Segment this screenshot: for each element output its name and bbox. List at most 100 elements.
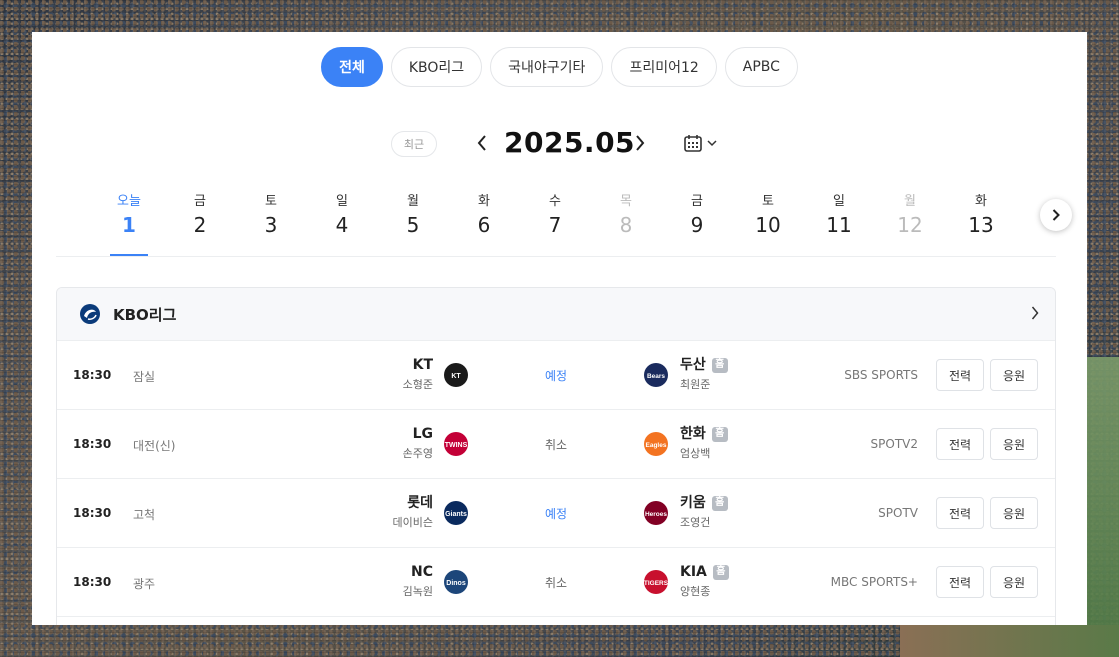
svg-text:KT: KT bbox=[451, 373, 461, 380]
home-team-logo-icon: Heroes bbox=[644, 501, 668, 525]
game-time: 18:30 bbox=[73, 506, 112, 520]
tab-domestic-other[interactable]: 국내야구기타 bbox=[490, 47, 604, 87]
day-number: 13 bbox=[968, 213, 994, 237]
away-team-name: LG bbox=[412, 426, 433, 442]
svg-text:Giants: Giants bbox=[445, 511, 467, 518]
divider bbox=[56, 256, 1056, 257]
league-section: KBO리그 18:30 잠실 KT 소형준 KT 예정 Bears 두산 홈 최원준 SBS SPO… bbox=[56, 287, 1056, 625]
chevron-right-icon bbox=[1052, 209, 1060, 221]
away-team[interactable]: LG 손주영 bbox=[403, 425, 433, 461]
chevron-left-icon bbox=[477, 135, 486, 151]
recent-button[interactable]: 최근 bbox=[391, 131, 437, 157]
away-pitcher: 김녹원 bbox=[402, 585, 433, 598]
away-team-name: KT bbox=[412, 357, 433, 373]
away-team-logo-icon: Giants bbox=[444, 501, 468, 525]
broadcast-channel: SPOTV2 bbox=[870, 437, 918, 451]
game-row[interactable]: 18:30 잠실 KT 소형준 KT 예정 Bears 두산 홈 최원준 SBS SPORTS 전력 응… bbox=[57, 341, 1055, 410]
cheer-button[interactable]: 응원 bbox=[990, 497, 1038, 529]
home-team-name: 두산 bbox=[680, 357, 706, 373]
calendar-button[interactable] bbox=[683, 131, 717, 155]
day-number: 7 bbox=[548, 213, 562, 237]
day-number: 1 bbox=[122, 213, 136, 237]
day-item[interactable]: 목8 bbox=[603, 192, 649, 237]
league-header[interactable]: KBO리그 bbox=[57, 288, 1055, 341]
tab-all[interactable]: 전체 bbox=[321, 47, 383, 87]
day-item[interactable]: 화6 bbox=[461, 192, 507, 237]
stats-button[interactable]: 전력 bbox=[936, 566, 984, 598]
tab-kbo[interactable]: KBO리그 bbox=[390, 47, 483, 87]
home-team[interactable]: 두산 홈 최원준 bbox=[680, 356, 728, 392]
away-team-logo-icon: TWINS bbox=[444, 432, 468, 456]
day-of-week: 수 bbox=[549, 194, 561, 209]
game-status: 예정 bbox=[544, 369, 568, 383]
away-pitcher: 소형준 bbox=[402, 378, 433, 391]
day-item[interactable]: 일4 bbox=[319, 192, 365, 237]
stats-button[interactable]: 전력 bbox=[936, 497, 984, 529]
next-month-button[interactable] bbox=[630, 130, 650, 156]
game-row[interactable]: 18:30 광주 NC 김녹원 Dinos 취소 TIGERS KIA 홈 양현종 MBC SPOR… bbox=[57, 548, 1055, 617]
game-row[interactable]: 18:30 고척 롯데 데이비슨 Giants 예정 Heroes 키움 홈 조영건 SPOTV 전력… bbox=[57, 479, 1055, 548]
day-of-week: 월 bbox=[904, 194, 916, 209]
svg-text:Dinos: Dinos bbox=[446, 580, 466, 587]
day-number: 6 bbox=[477, 213, 491, 237]
day-of-week: 일 bbox=[833, 194, 845, 209]
away-team[interactable]: NC 김녹원 bbox=[403, 563, 433, 599]
cheer-button[interactable]: 응원 bbox=[990, 566, 1038, 598]
home-badge: 홈 bbox=[711, 426, 728, 442]
day-of-week: 금 bbox=[194, 194, 206, 209]
prev-month-button[interactable] bbox=[472, 130, 492, 156]
day-item[interactable]: 월 12 bbox=[887, 192, 933, 237]
day-of-week: 월 bbox=[407, 194, 419, 209]
day-item[interactable]: 오늘 1 bbox=[106, 192, 152, 257]
away-pitcher: 데이비슨 bbox=[392, 516, 433, 529]
home-team-name: KIA bbox=[680, 564, 707, 580]
away-team-logo-icon: KT bbox=[444, 363, 468, 387]
current-month: 2025.05 bbox=[504, 126, 636, 159]
game-time: 18:30 bbox=[73, 368, 112, 382]
stats-button[interactable]: 전력 bbox=[936, 359, 984, 391]
day-number: 4 bbox=[335, 213, 349, 237]
day-item[interactable]: 월5 bbox=[390, 192, 436, 237]
game-status: 취소 bbox=[544, 576, 568, 590]
stadium-name: 고척 bbox=[133, 508, 156, 522]
stats-button[interactable]: 전력 bbox=[936, 428, 984, 460]
broadcast-channel: MBC SPORTS+ bbox=[830, 575, 918, 589]
day-item[interactable]: 토 10 bbox=[745, 192, 791, 237]
home-team[interactable]: 키움 홈 조영건 bbox=[680, 494, 728, 530]
category-tabs: 전체 KBO리그 국내야구기타 프리미어12 APBC bbox=[32, 47, 1087, 87]
tab-apbc[interactable]: APBC bbox=[724, 47, 798, 87]
chevron-right-icon bbox=[636, 135, 645, 151]
svg-text:TIGERS: TIGERS bbox=[644, 580, 669, 587]
home-team-logo-icon: TIGERS bbox=[644, 570, 669, 594]
home-badge: 홈 bbox=[711, 495, 728, 511]
game-status: 취소 bbox=[544, 438, 568, 452]
home-badge: 홈 bbox=[712, 564, 729, 580]
home-team[interactable]: KIA 홈 양현종 bbox=[680, 563, 729, 599]
home-team[interactable]: 한화 홈 엄상백 bbox=[680, 425, 728, 461]
svg-text:Bears: Bears bbox=[647, 373, 665, 380]
away-team[interactable]: 롯데 데이비슨 bbox=[393, 494, 433, 530]
day-item[interactable]: 수7 bbox=[532, 192, 578, 237]
day-of-week: 토 bbox=[265, 194, 277, 209]
game-list: 18:30 잠실 KT 소형준 KT 예정 Bears 두산 홈 최원준 SBS SPORTS 전력 응… bbox=[57, 341, 1055, 617]
away-team[interactable]: KT 소형준 bbox=[403, 356, 433, 392]
day-of-week: 목 bbox=[620, 194, 632, 209]
day-item[interactable]: 금2 bbox=[177, 192, 223, 237]
next-days-button[interactable] bbox=[1040, 199, 1072, 231]
tab-premier12[interactable]: 프리미어12 bbox=[611, 47, 717, 87]
home-team-name: 키움 bbox=[680, 495, 706, 511]
day-item[interactable]: 토3 bbox=[248, 192, 294, 237]
day-number: 5 bbox=[406, 213, 420, 237]
cheer-button[interactable]: 응원 bbox=[990, 428, 1038, 460]
home-pitcher: 양현종 bbox=[680, 585, 711, 598]
day-item[interactable]: 금9 bbox=[674, 192, 720, 237]
home-pitcher: 엄상백 bbox=[680, 447, 711, 460]
game-row[interactable]: 18:30 대전(신) LG 손주영 TWINS 취소 Eagles 한화 홈 엄상백 SPOTV2… bbox=[57, 410, 1055, 479]
day-item[interactable]: 일 11 bbox=[816, 192, 862, 237]
day-of-week: 토 bbox=[762, 194, 774, 209]
day-number: 2 bbox=[193, 213, 207, 237]
field-strip-background bbox=[900, 625, 1119, 657]
day-item[interactable]: 화 13 bbox=[958, 192, 1004, 237]
day-number: 11 bbox=[826, 213, 852, 237]
cheer-button[interactable]: 응원 bbox=[990, 359, 1038, 391]
